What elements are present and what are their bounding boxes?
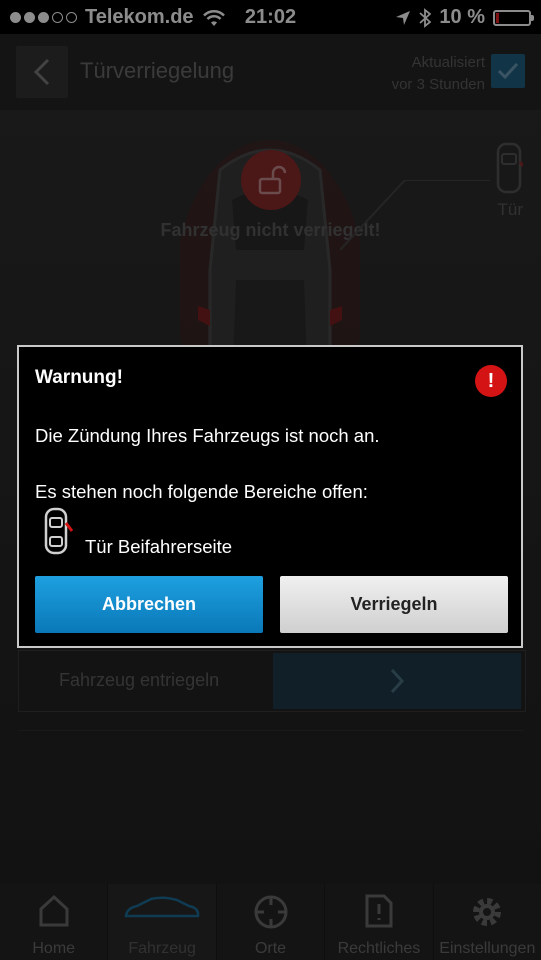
lock-button[interactable]: Verriegeln: [280, 576, 508, 633]
cancel-button[interactable]: Abbrechen: [35, 576, 263, 633]
dialog-open-areas-text: Es stehen noch folgende Bereiche offen:: [35, 481, 368, 502]
open-area-item: Tür Beifahrerseite: [85, 536, 233, 557]
warning-dialog: Warnung! ! Die Zündung Ihres Fahrzeugs i…: [17, 345, 523, 648]
door-icon: [44, 507, 73, 555]
alert-icon: !: [475, 365, 507, 397]
dialog-title: Warnung!: [35, 367, 123, 388]
dialog-message: Die Zündung Ihres Fahrzeugs ist noch an.: [35, 425, 380, 446]
